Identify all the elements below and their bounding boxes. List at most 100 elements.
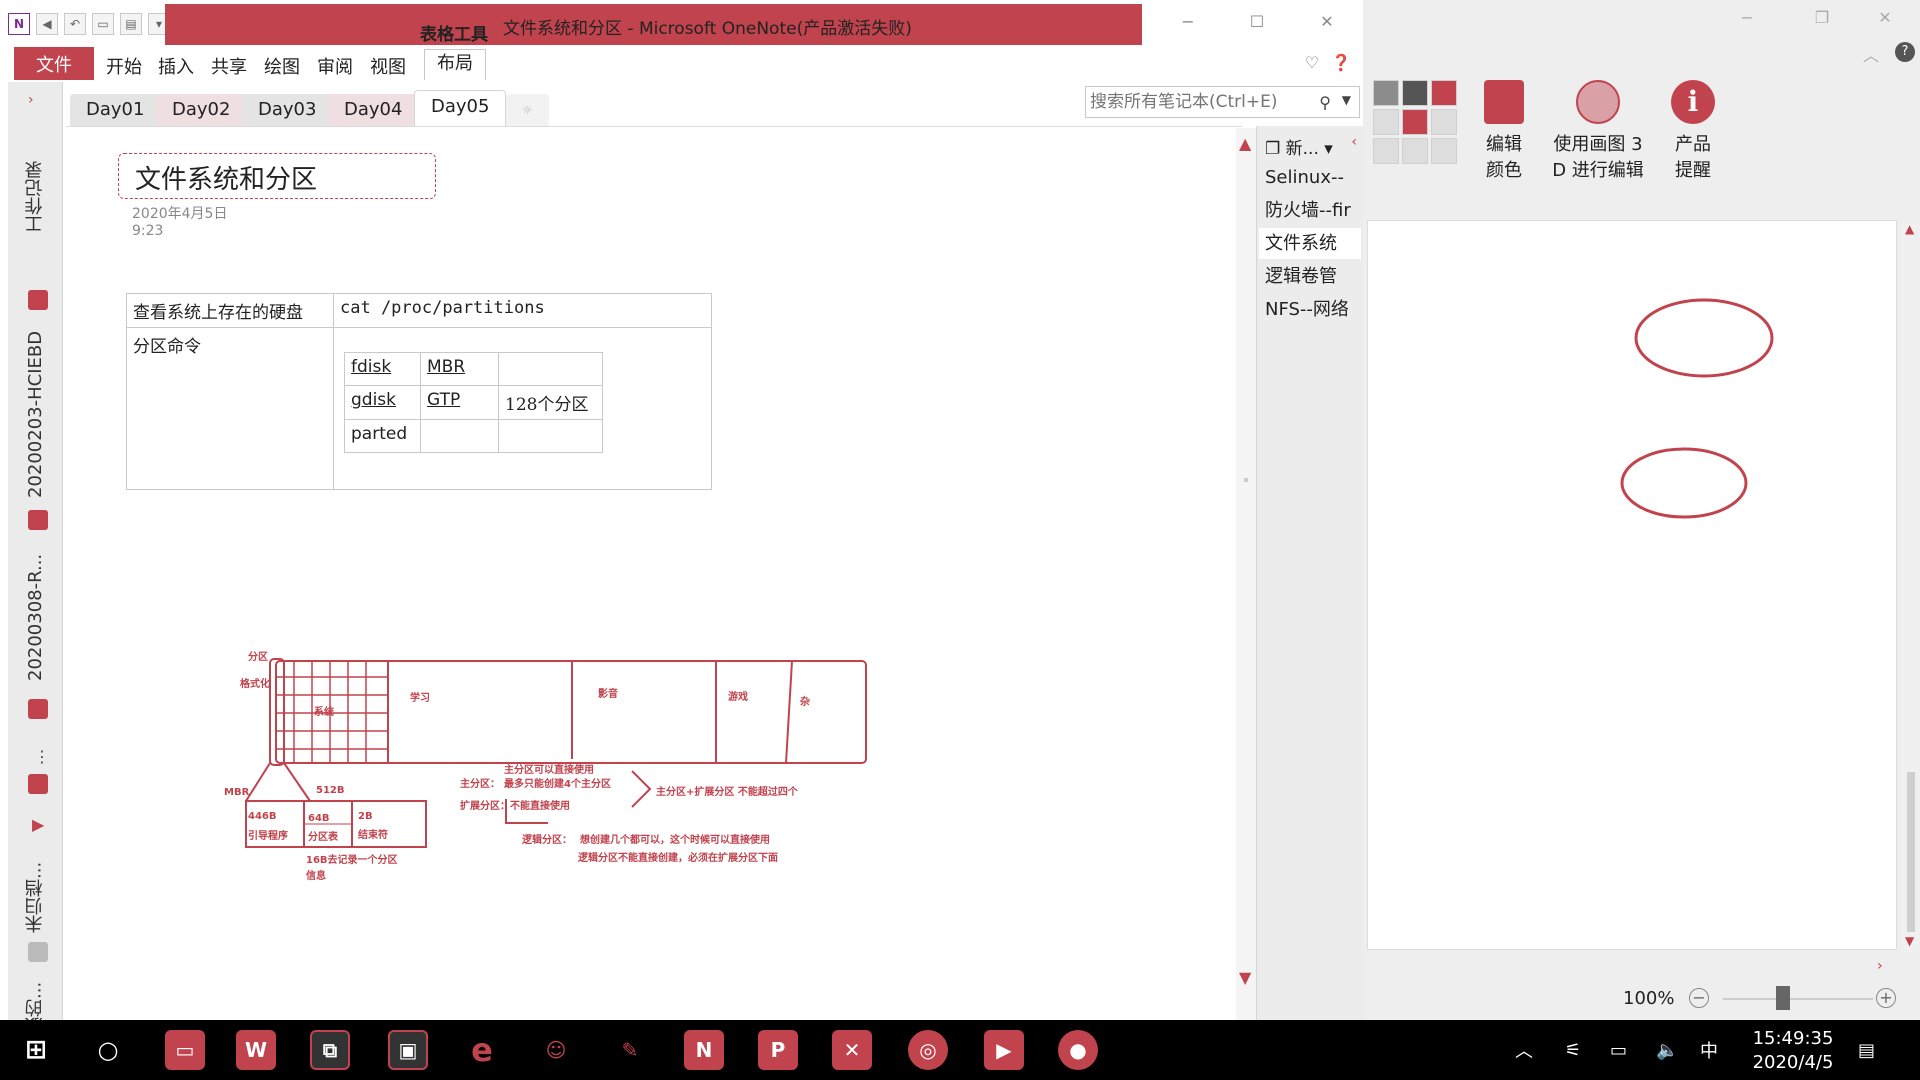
table-cell[interactable]: cat /proc/partitions [333, 293, 712, 328]
dock-icon[interactable]: ▭ [92, 13, 114, 35]
expand-icon[interactable]: ▶ [32, 815, 44, 834]
add-page-button[interactable]: ❐ 新... ▾ [1265, 134, 1333, 159]
tab-home[interactable]: 开始 [106, 53, 142, 79]
color-swatch[interactable] [1431, 109, 1457, 135]
table-cell[interactable]: fdisk [344, 352, 421, 386]
action-center-icon[interactable]: ▤ [1858, 1020, 1875, 1080]
scroll-thumb[interactable] [1907, 772, 1915, 932]
color-swatch[interactable] [1373, 138, 1399, 164]
drawing-canvas[interactable] [1367, 220, 1897, 950]
page-title[interactable]: 文件系统和分区 [135, 159, 317, 196]
search-icon[interactable]: ⚲ [1319, 93, 1331, 112]
restore-icon[interactable]: ❐ [1810, 8, 1834, 27]
table-cell[interactable]: MBR [420, 352, 499, 386]
commands-table[interactable]: 查看系统上存在的硬盘 cat /proc/partitions 分区命令 fdi… [126, 293, 712, 490]
onenote-icon[interactable]: N [684, 1030, 724, 1070]
page-scrollbar[interactable]: ▲ ▼ [1236, 128, 1256, 1020]
tab-review[interactable]: 审阅 [317, 53, 353, 79]
more-icon[interactable]: ⋮ [34, 747, 50, 766]
color-swatch[interactable] [1402, 80, 1428, 106]
collapse-ribbon-icon[interactable]: ︿ [1863, 42, 1879, 66]
battery-icon[interactable]: ▭ [1610, 1020, 1627, 1080]
qq-icon[interactable]: ☺ [536, 1030, 576, 1070]
page-canvas[interactable]: 文件系统和分区 2020年4月5日 9:23 查看系统上存在的硬盘 cat /p… [66, 126, 1242, 1020]
table-cell[interactable]: gdisk [344, 385, 421, 420]
zoom-slider-track[interactable] [1723, 998, 1873, 1000]
scroll-up-icon[interactable]: ▲ [1239, 134, 1251, 153]
tab-share[interactable]: 共享 [211, 53, 247, 79]
file-tab[interactable]: 文件 [14, 47, 94, 80]
section-tab-day03[interactable]: Day03 [242, 94, 333, 126]
tab-layout[interactable]: 布局 [424, 49, 486, 80]
table-cell[interactable]: 查看系统上存在的硬盘 [126, 293, 334, 328]
expand-nav-icon[interactable]: › [28, 92, 34, 108]
scroll-thumb[interactable] [1244, 478, 1248, 482]
search-scope-dropdown-icon[interactable]: ▼ [1342, 93, 1351, 107]
zoom-in-button[interactable]: + [1876, 988, 1896, 1008]
xmind-icon[interactable]: ✕ [832, 1030, 872, 1070]
table-cell[interactable]: parted [344, 419, 421, 453]
page-item[interactable]: NFS--网络 [1259, 294, 1361, 325]
table-cell[interactable] [420, 419, 499, 453]
color-swatch[interactable] [1431, 138, 1457, 164]
close-button[interactable]: ✕ [1315, 12, 1339, 36]
table-cell[interactable] [498, 419, 603, 453]
scroll-down-icon[interactable]: ▼ [1905, 934, 1914, 948]
ime-indicator[interactable]: 中 [1700, 1020, 1718, 1080]
file-explorer-icon[interactable]: ▭ [165, 1030, 205, 1070]
close-button[interactable]: ✕ [1873, 8, 1897, 27]
add-section-icon[interactable]: ☼ [506, 94, 549, 126]
maximize-button[interactable]: ☐ [1245, 12, 1269, 36]
scroll-right-icon[interactable]: › [1877, 958, 1883, 974]
video-call-icon[interactable]: ▶ [984, 1030, 1024, 1070]
edit-with-paint3d-button[interactable]: 使用画图 3 D 进行编辑 [1543, 80, 1653, 182]
notebook-item-hciebd[interactable]: 20200203-HCIEBD [8, 322, 63, 507]
virtual-machine-icon[interactable]: ⧉ [310, 1030, 350, 1070]
section-tab-day05[interactable]: Day05 [414, 90, 507, 126]
show-hidden-icons-icon[interactable]: ︿ [1515, 1020, 1533, 1080]
collapse-ribbon-icon[interactable]: ♡ [1305, 53, 1319, 72]
partition-tools-table[interactable]: fdisk MBR gdisk GTP 128个分区 parted [344, 352, 603, 453]
tab-insert[interactable]: 插入 [158, 53, 194, 79]
table-cell[interactable]: GTP [420, 385, 499, 420]
volume-icon[interactable]: 🔈 [1656, 1020, 1678, 1080]
word-icon[interactable]: W [236, 1030, 276, 1070]
table-cell[interactable] [498, 352, 603, 386]
color-swatch[interactable] [1402, 109, 1428, 135]
edge-icon[interactable]: e [462, 1030, 502, 1070]
color-swatch[interactable] [1402, 138, 1428, 164]
color-swatch[interactable] [1431, 80, 1457, 106]
section-tab-day04[interactable]: Day04 [328, 94, 419, 126]
tab-view[interactable]: 视图 [370, 53, 406, 79]
terminal-icon[interactable]: ▣ [388, 1030, 428, 1070]
network-icon[interactable]: ⚟ [1565, 1020, 1581, 1080]
page-item[interactable]: Selinux-- [1259, 162, 1361, 193]
page-item[interactable]: 防火墙--fir [1259, 195, 1361, 226]
zoom-slider-thumb[interactable] [1776, 986, 1790, 1010]
page-title-container[interactable]: 文件系统和分区 [118, 153, 436, 199]
help-icon[interactable]: ❓ [1331, 53, 1351, 72]
collapse-page-list-icon[interactable]: ‹ [1351, 134, 1357, 150]
minimize-button[interactable]: − [1735, 8, 1759, 27]
minimize-button[interactable]: − [1176, 12, 1200, 36]
scroll-down-icon[interactable]: ▼ [1239, 968, 1251, 987]
powerpoint-icon[interactable]: P [758, 1030, 798, 1070]
color-swatch[interactable] [1373, 80, 1399, 106]
search-input[interactable] [1086, 87, 1316, 117]
firefox-icon[interactable]: ● [1058, 1030, 1098, 1070]
color-swatch[interactable] [1373, 109, 1399, 135]
back-icon[interactable]: ◀ [36, 13, 58, 35]
partition-sketch-drawing[interactable]: 分区 格式化 系统 学习 影音 游戏 杂 MBR 512B 446B 引导程序 … [166, 527, 896, 907]
tab-draw[interactable]: 绘图 [264, 53, 300, 79]
notebook-item-unfiled[interactable]: 未归档... [8, 852, 63, 942]
page-item[interactable]: 逻辑卷管 [1259, 261, 1361, 292]
table-cell[interactable]: 分区命令 [126, 327, 334, 490]
table-cell[interactable]: fdisk MBR gdisk GTP 128个分区 parted [333, 327, 712, 490]
notebook-item-work[interactable]: 工作记录 [8, 122, 63, 272]
scroll-up-icon[interactable]: ▲ [1905, 222, 1914, 236]
system-clock[interactable]: 15:49:35 2020/4/5 [1743, 1027, 1843, 1075]
help-icon[interactable]: ? [1895, 42, 1915, 62]
section-tab-day02[interactable]: Day02 [156, 94, 247, 126]
section-tab-day01[interactable]: Day01 [70, 94, 161, 126]
page-view-icon[interactable]: ▤ [120, 13, 142, 35]
